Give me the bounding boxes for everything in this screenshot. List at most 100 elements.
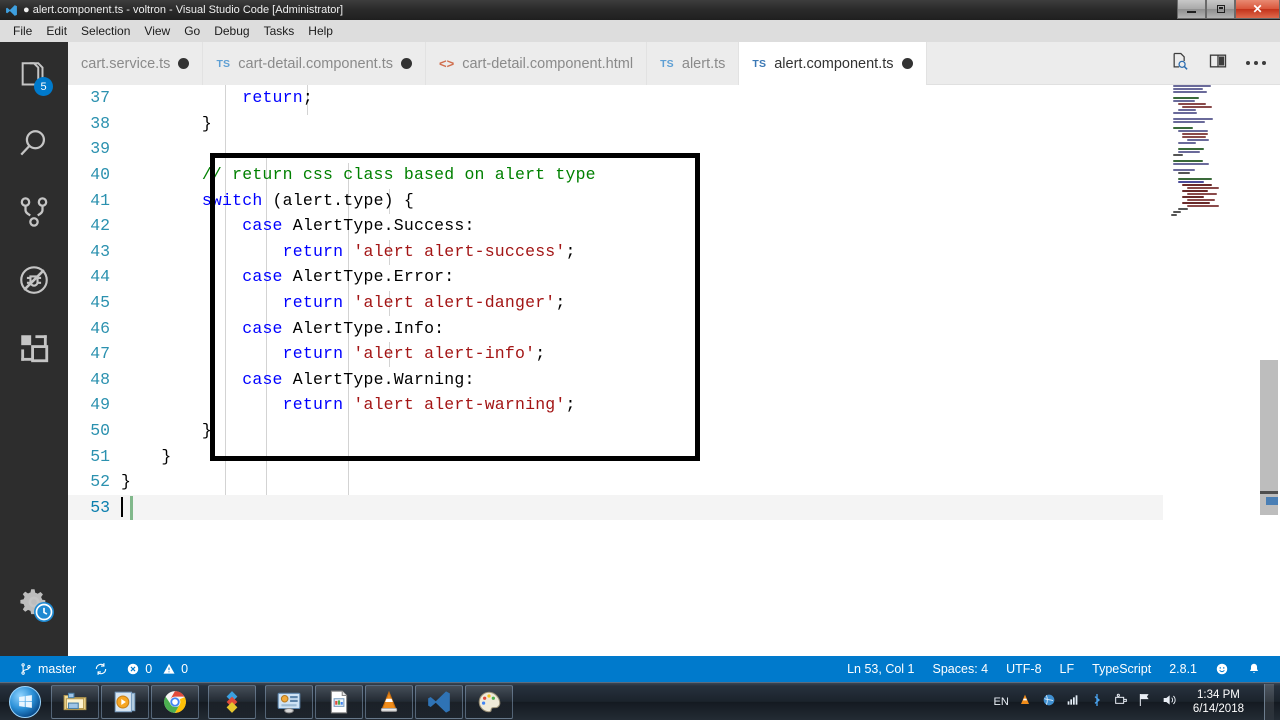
status-typescript-version[interactable]: 2.8.1 [1160, 656, 1206, 682]
code-text[interactable]: switch (alert.type) { [121, 191, 1163, 210]
code-line[interactable]: 40 // return css class based on alert ty… [68, 162, 1163, 188]
code-text[interactable]: case AlertType.Info: [121, 319, 1163, 338]
code-line[interactable]: 50 } [68, 418, 1163, 444]
file-explorer-icon[interactable] [51, 684, 99, 719]
code-lines[interactable]: 37 return; 38 } 39 40 // return css class b… [68, 85, 1163, 656]
status-problems[interactable]: 0 0 [117, 656, 197, 682]
vscode-icon [3, 3, 19, 17]
code-text[interactable]: } [121, 114, 1163, 133]
code-text[interactable]: return 'alert alert-info'; [121, 344, 1163, 363]
status-bar: master 0 0 Ln 53, Col 1 Spaces: 4 UTF-8 … [0, 656, 1280, 682]
code-text[interactable]: } [121, 472, 1163, 491]
close-button[interactable]: ✕ [1235, 0, 1280, 19]
code-text[interactable]: // return css class based on alert type [121, 165, 1163, 184]
code-text[interactable]: return 'alert alert-success'; [121, 242, 1163, 261]
code-line[interactable]: 37 return; [68, 85, 1163, 111]
start-button[interactable] [0, 684, 50, 720]
tab-alert-component-ts[interactable]: TS alert.component.ts [739, 42, 927, 85]
tab-cart-service-ts[interactable]: cart.service.ts [68, 42, 204, 85]
code-text[interactable]: case AlertType.Warning: [121, 370, 1163, 389]
tab-alert-ts[interactable]: TS alert.ts [647, 42, 740, 85]
volume-icon[interactable] [1161, 692, 1177, 711]
code-text[interactable] [121, 497, 1163, 518]
dirty-indicator[interactable] [178, 58, 190, 69]
show-desktop-button[interactable] [1264, 683, 1274, 720]
code-line[interactable]: 44 case AlertType.Error: [68, 264, 1163, 290]
code-line[interactable]: 47 return 'alert alert-info'; [68, 341, 1163, 367]
dirty-indicator[interactable] [401, 58, 413, 69]
globe-icon[interactable] [1041, 692, 1057, 711]
code-line[interactable]: 53 [68, 494, 1163, 521]
dirty-indicator[interactable] [901, 58, 913, 69]
sidebar-item-debug[interactable] [0, 246, 68, 314]
code-text[interactable]: return; [121, 88, 1163, 107]
code-line[interactable]: 46 case AlertType.Info: [68, 315, 1163, 341]
sidebar-item-extensions[interactable] [0, 314, 68, 382]
sidebar-item-source-control[interactable] [0, 178, 68, 246]
code-text[interactable]: return 'alert alert-warning'; [121, 395, 1163, 414]
minimap-line [1173, 85, 1212, 87]
menu-help[interactable]: Help [301, 21, 340, 41]
status-indentation[interactable]: Spaces: 4 [924, 656, 998, 682]
safely-remove-icon[interactable] [1113, 692, 1129, 711]
code-text[interactable]: } [121, 447, 1163, 466]
scrollbar-cursor-marker [1266, 497, 1278, 505]
control-panel-icon[interactable] [265, 684, 313, 719]
menu-debug[interactable]: Debug [207, 21, 256, 41]
split-editor-icon[interactable] [1208, 51, 1228, 76]
sidebar-item-search[interactable] [0, 110, 68, 178]
vscode-icon[interactable] [415, 684, 463, 719]
code-line[interactable]: 43 return 'alert alert-success'; [68, 239, 1163, 265]
menu-selection[interactable]: Selection [74, 21, 137, 41]
status-language-mode[interactable]: TypeScript [1083, 656, 1160, 682]
code-line[interactable]: 38 } [68, 111, 1163, 137]
menu-go[interactable]: Go [177, 21, 207, 41]
sublime-text-icon[interactable] [208, 684, 256, 719]
open-preview-icon[interactable] [1170, 51, 1190, 76]
code-line[interactable]: 51 } [68, 443, 1163, 469]
status-branch[interactable]: master [10, 656, 85, 682]
more-actions-icon[interactable] [1246, 61, 1266, 65]
tab-cart-detail-component-html[interactable]: <> cart-detail.component.html [426, 42, 648, 85]
vlc-icon[interactable] [365, 684, 413, 719]
minimap[interactable] [1163, 85, 1258, 656]
taskbar-clock[interactable]: 1:34 PM 6/14/2018 [1185, 688, 1252, 716]
network-icon[interactable] [1065, 692, 1081, 711]
menu-edit[interactable]: Edit [39, 21, 74, 41]
status-sync[interactable] [85, 656, 117, 682]
tray-language[interactable]: EN [994, 696, 1009, 708]
paint-icon[interactable] [465, 684, 513, 719]
status-cursor-position[interactable]: Ln 53, Col 1 [838, 656, 923, 682]
bluetooth-icon[interactable] [1089, 692, 1105, 711]
menu-file[interactable]: File [6, 21, 39, 41]
chrome-icon[interactable] [151, 684, 199, 719]
sidebar-item-manage[interactable] [0, 568, 68, 636]
status-eol[interactable]: LF [1051, 656, 1084, 682]
code-text[interactable]: case AlertType.Success: [121, 216, 1163, 235]
sidebar-item-explorer[interactable]: 5 [0, 42, 68, 110]
minimize-button[interactable] [1177, 0, 1206, 19]
document-icon[interactable] [315, 684, 363, 719]
status-notifications[interactable] [1238, 656, 1270, 682]
code-editor[interactable]: 37 return; 38 } 39 40 // return css class b… [68, 85, 1280, 656]
status-encoding[interactable]: UTF-8 [997, 656, 1050, 682]
menu-tasks[interactable]: Tasks [257, 21, 302, 41]
code-line[interactable]: 39 [68, 136, 1163, 162]
code-text[interactable]: return 'alert alert-danger'; [121, 293, 1163, 312]
menu-view[interactable]: View [137, 21, 177, 41]
status-feedback[interactable] [1206, 656, 1238, 682]
code-line[interactable]: 52} [68, 469, 1163, 495]
code-line[interactable]: 49 return 'alert alert-warning'; [68, 392, 1163, 418]
code-text[interactable]: case AlertType.Error: [121, 267, 1163, 286]
code-text[interactable]: } [121, 421, 1163, 440]
code-line[interactable]: 45 return 'alert alert-danger'; [68, 290, 1163, 316]
editor-scrollbar[interactable] [1258, 85, 1280, 656]
code-line[interactable]: 41 switch (alert.type) { [68, 187, 1163, 213]
code-line[interactable]: 48 case AlertType.Warning: [68, 367, 1163, 393]
restore-button[interactable] [1206, 0, 1235, 19]
tab-cart-detail-component-ts[interactable]: TS cart-detail.component.ts [203, 42, 427, 85]
vlc-tray-icon[interactable] [1017, 692, 1033, 711]
code-line[interactable]: 42 case AlertType.Success: [68, 213, 1163, 239]
flag-icon[interactable] [1137, 692, 1153, 711]
media-player-icon[interactable] [101, 684, 149, 719]
